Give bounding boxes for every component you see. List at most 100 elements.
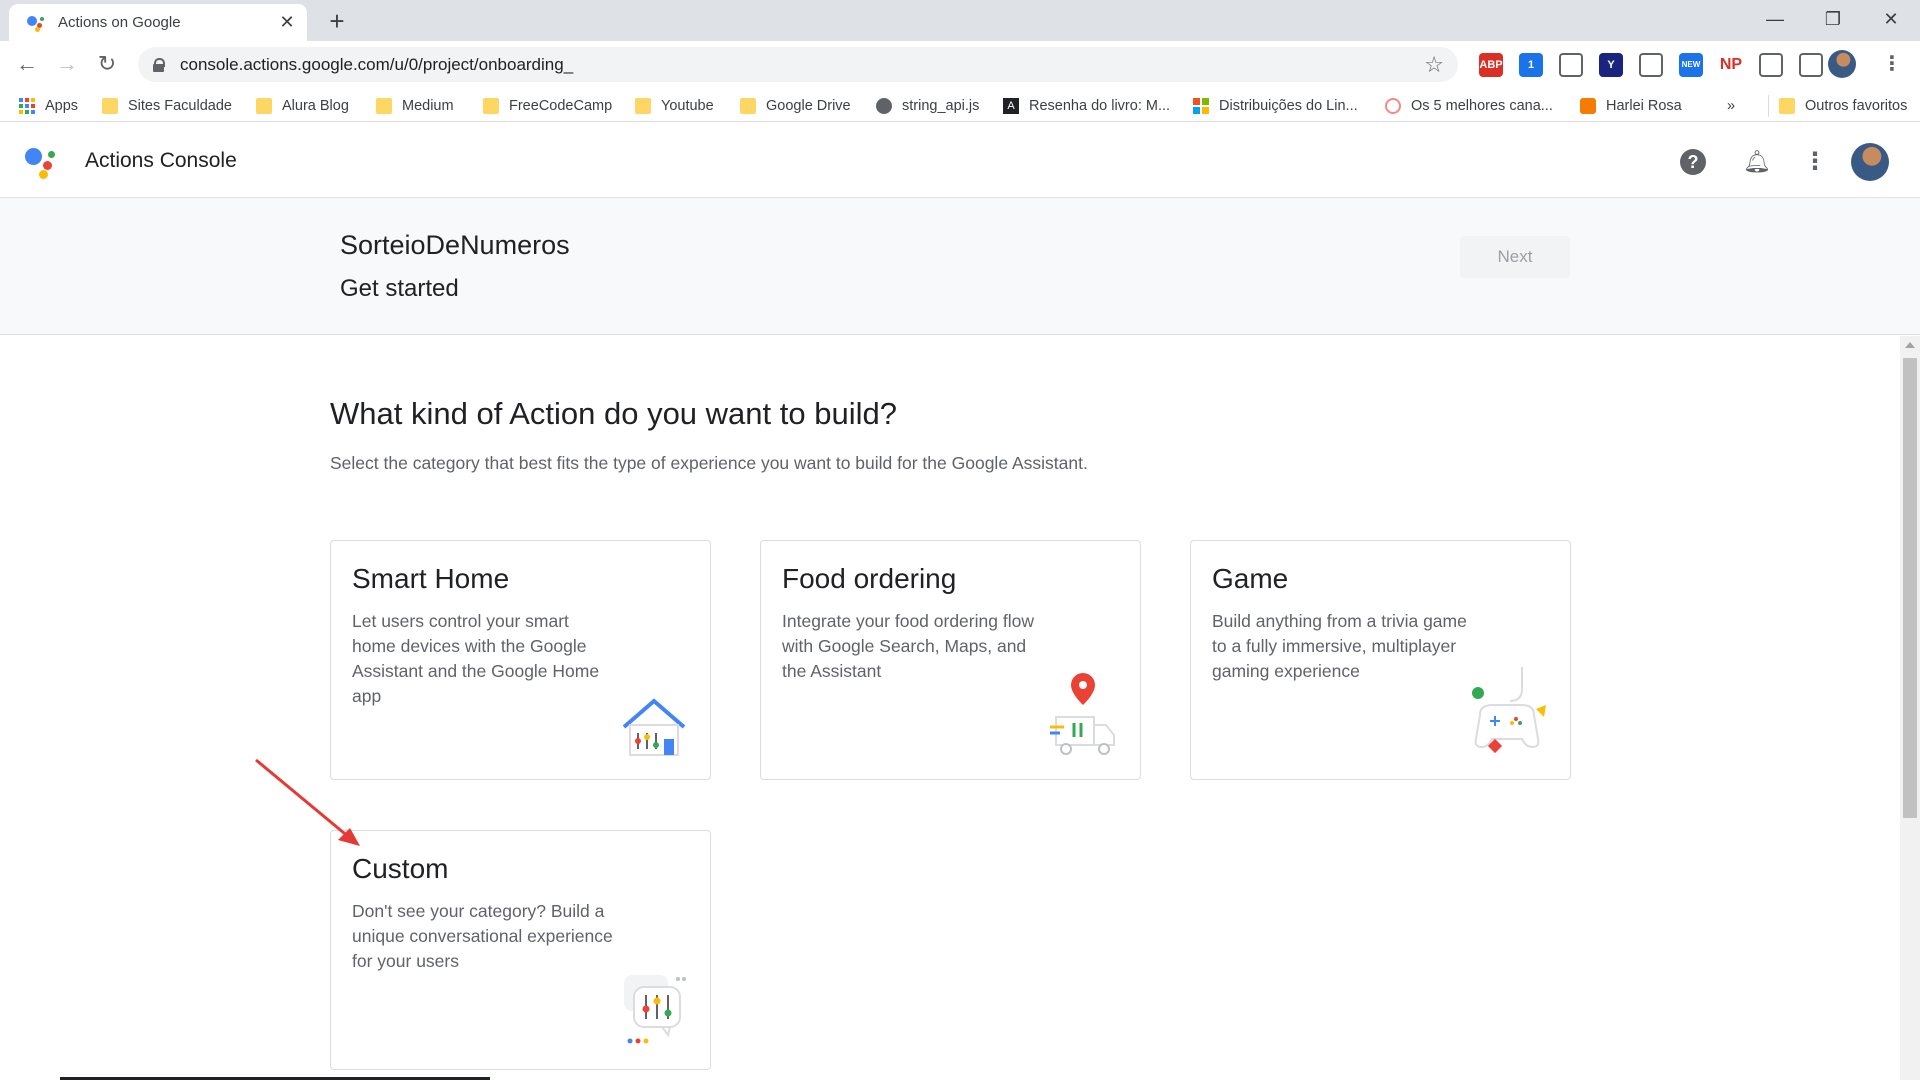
app-title: Actions Console xyxy=(85,149,237,172)
project-name: SorteioDeNumeros xyxy=(340,230,570,260)
card-title: Game xyxy=(1212,563,1289,594)
extension-badge-icon[interactable]: 1 xyxy=(1519,53,1543,77)
main-content: What kind of Action do you want to build… xyxy=(0,336,1900,1080)
card-title: Smart Home xyxy=(352,563,510,594)
bookmark-google-drive[interactable]: Google Drive xyxy=(740,95,851,117)
category-card-game[interactable]: Game Build anything from a trivia game t… xyxy=(1190,540,1571,780)
bookmark-sites-faculdade[interactable]: Sites Faculdade xyxy=(102,95,232,117)
new-badge-icon[interactable]: NEW xyxy=(1679,53,1703,77)
bookmark-medium[interactable]: Medium xyxy=(376,95,454,117)
yoast-icon[interactable]: Y xyxy=(1599,53,1623,77)
card-description: Don't see your category? Build a unique … xyxy=(352,901,613,971)
bookmark-label: Alura Blog xyxy=(282,98,349,114)
bookmark-distribuicoes[interactable]: Distribuições do Lin... xyxy=(1193,95,1358,117)
app-header: Actions Console ? 🔔︎ ⋮ xyxy=(0,122,1920,198)
folder-icon xyxy=(376,98,392,114)
folder-icon xyxy=(256,98,272,114)
custom-chat-bubble-icon xyxy=(624,975,686,1044)
profile-avatar-small[interactable] xyxy=(1828,50,1856,78)
chrome-menu-icon[interactable]: ⋮ xyxy=(1875,47,1909,81)
bookmark-label: Outros favoritos xyxy=(1805,98,1908,114)
food-delivery-truck-icon xyxy=(1050,673,1115,755)
reading-list-icon[interactable] xyxy=(1799,53,1823,77)
category-card-food-ordering[interactable]: Food ordering Integrate your food orderi… xyxy=(760,540,1141,780)
user-avatar[interactable] xyxy=(1851,143,1889,181)
category-card-smart-home[interactable]: Smart Home Let users control your smart … xyxy=(330,540,711,780)
google-assistant-favicon-icon xyxy=(26,13,46,33)
bookmark-label: Apps xyxy=(45,98,79,114)
bookmark-youtube[interactable]: Youtube xyxy=(635,95,714,117)
category-card-custom[interactable]: Custom Don't see your category? Build a … xyxy=(330,830,711,1070)
notifications-bell-icon[interactable]: 🔔︎ xyxy=(1741,146,1773,178)
more-vert-icon[interactable]: ⋮ xyxy=(1799,146,1831,178)
folder-icon xyxy=(740,98,756,114)
bookmark-label: Medium xyxy=(402,98,454,114)
url-text[interactable]: console.actions.google.com/u/0/project/o… xyxy=(180,55,1424,75)
bookmark-label: Google Drive xyxy=(766,98,851,114)
browser-toolbar: ← → ↻ console.actions.google.com/u/0/pro… xyxy=(0,41,1920,88)
bookmark-label: string_api.js xyxy=(902,98,980,114)
page-subheading: Select the category that best fits the t… xyxy=(330,453,1088,473)
folder-icon xyxy=(635,98,651,114)
bookmarks-overflow-button[interactable]: » xyxy=(1727,95,1735,117)
game-controller-icon xyxy=(1472,667,1546,754)
globe-icon xyxy=(876,98,892,114)
bookmark-apps[interactable]: Apps xyxy=(19,95,78,117)
bookmark-label: FreeCodeCamp xyxy=(509,98,613,114)
close-window-icon[interactable]: ✕ xyxy=(1862,4,1920,34)
scroll-thumb[interactable] xyxy=(1903,358,1917,818)
tab-strip: Actions on Google ✕ + — ❐ ✕ xyxy=(0,0,1920,41)
next-button[interactable]: Next xyxy=(1460,236,1570,278)
reload-icon[interactable]: ↻ xyxy=(90,47,124,81)
bookmark-alura-blog[interactable]: Alura Blog xyxy=(256,95,349,117)
bookmark-resenha[interactable]: A Resenha do livro: M... xyxy=(1003,95,1170,117)
apps-grid-icon xyxy=(19,98,35,114)
card-description: Build anything from a trivia game to a f… xyxy=(1212,611,1467,681)
bookmark-freecodecamp[interactable]: FreeCodeCamp xyxy=(483,95,612,117)
annotation-arrow-icon xyxy=(255,758,360,846)
onboarding-step-title: Get started xyxy=(340,275,459,302)
puzzle-icon[interactable] xyxy=(1759,53,1783,77)
bookmark-label: Os 5 melhores cana... xyxy=(1411,98,1553,114)
page-heading: What kind of Action do you want to build… xyxy=(330,396,897,431)
new-tab-button[interactable]: + xyxy=(322,6,352,36)
help-icon[interactable]: ? xyxy=(1680,149,1706,175)
adblock-icon[interactable]: ABP xyxy=(1479,53,1503,77)
bookmark-star-icon[interactable]: ☆ xyxy=(1424,52,1444,78)
bookmark-os-5-melhores[interactable]: Os 5 melhores cana... xyxy=(1385,95,1553,117)
back-icon[interactable]: ← xyxy=(10,47,44,81)
bookmark-label: Sites Faculdade xyxy=(128,98,232,114)
card-title: Food ordering xyxy=(782,563,957,594)
scroll-up-arrow-icon[interactable] xyxy=(1905,342,1915,348)
tab-title: Actions on Google xyxy=(58,14,181,31)
screenshot-icon[interactable] xyxy=(1639,53,1663,77)
bookmark-harlei-rosa[interactable]: Harlei Rosa xyxy=(1580,95,1682,117)
restore-icon[interactable]: ❐ xyxy=(1804,4,1862,34)
np-icon[interactable]: NP xyxy=(1719,53,1743,77)
blogger-icon xyxy=(1580,98,1596,114)
close-tab-icon[interactable]: ✕ xyxy=(277,12,297,33)
bookmark-label: Youtube xyxy=(661,98,714,114)
address-bar[interactable]: console.actions.google.com/u/0/project/o… xyxy=(138,47,1458,82)
lock-icon[interactable] xyxy=(153,57,165,72)
forward-icon[interactable]: → xyxy=(50,47,84,81)
folder-icon xyxy=(483,98,499,114)
swirl-icon xyxy=(1385,98,1401,114)
minimize-icon[interactable]: — xyxy=(1746,4,1804,34)
angular-icon: A xyxy=(1003,98,1019,114)
bookmark-label: Resenha do livro: M... xyxy=(1029,98,1171,114)
google-assistant-logo-icon xyxy=(24,146,60,182)
card-title: Custom xyxy=(352,853,449,884)
bookmark-outros-favoritos[interactable]: Outros favoritos xyxy=(1768,95,1907,117)
bookmark-string-api[interactable]: string_api.js xyxy=(876,95,979,117)
camera-icon[interactable] xyxy=(1559,53,1583,77)
browser-tab[interactable]: Actions on Google ✕ xyxy=(9,4,307,41)
card-description: Let users control your smart home device… xyxy=(352,611,600,706)
page-scrollbar[interactable] xyxy=(1900,336,1920,1080)
microsoft-icon xyxy=(1193,98,1209,114)
card-description: Integrate your food ordering flow with G… xyxy=(782,611,1034,681)
smart-home-house-icon xyxy=(622,698,686,756)
bookmark-label: Harlei Rosa xyxy=(1606,98,1682,114)
bookmarks-bar: Apps Sites Faculdade Alura Blog Medium F… xyxy=(0,88,1920,122)
folder-icon xyxy=(1779,98,1795,114)
